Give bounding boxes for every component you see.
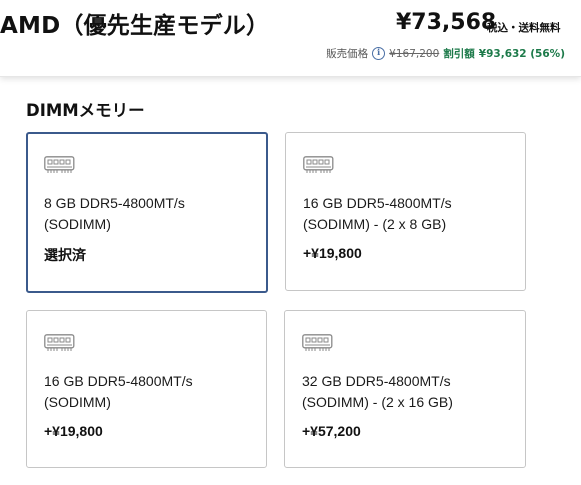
option-form-factor: (SODIMM)	[44, 394, 111, 410]
memory-module-icon	[44, 334, 75, 352]
option-price: +¥19,800	[44, 423, 103, 439]
original-price: ¥167,200	[389, 47, 440, 60]
memory-option-3[interactable]: 16 GB DDR5-4800MT/s (SODIMM) +¥19,800	[26, 310, 267, 468]
sale-price-label: 販売価格	[326, 48, 369, 60]
option-description: 32 GB DDR5-4800MT/s (SODIMM) - (2 x 16 G…	[302, 371, 453, 413]
total-price: ¥73,568	[396, 10, 497, 35]
info-icon[interactable]: i	[372, 47, 386, 60]
discount-label: 割引額	[443, 48, 475, 60]
option-form-factor: (SODIMM) - (2 x 8 GB)	[303, 216, 447, 232]
memory-option-4[interactable]: 32 GB DDR5-4800MT/s (SODIMM) - (2 x 16 G…	[284, 310, 526, 468]
memory-module-icon	[303, 156, 334, 174]
option-form-factor: (SODIMM)	[44, 216, 111, 232]
memory-module-icon	[302, 334, 333, 352]
option-capacity: 16 GB DDR5-4800MT/s	[44, 373, 193, 389]
option-description: 16 GB DDR5-4800MT/s (SODIMM)	[44, 371, 193, 413]
memory-module-icon	[44, 156, 75, 174]
option-capacity: 16 GB DDR5-4800MT/s	[303, 195, 452, 211]
option-description: 8 GB DDR5-4800MT/s (SODIMM)	[44, 193, 185, 235]
option-price: +¥19,800	[303, 245, 362, 261]
memory-option-2[interactable]: 16 GB DDR5-4800MT/s (SODIMM) - (2 x 8 GB…	[285, 132, 526, 291]
memory-option-1[interactable]: 8 GB DDR5-4800MT/s (SODIMM) 選択済	[26, 132, 268, 293]
product-title: AMD（優先生産モデル）	[0, 13, 270, 39]
option-status: 選択済	[44, 247, 86, 263]
option-capacity: 32 GB DDR5-4800MT/s	[302, 373, 451, 389]
option-form-factor: (SODIMM) - (2 x 16 GB)	[302, 394, 453, 410]
price-breakdown: 販売価格 i ¥167,200 割引額 ¥93,632 (56%)	[326, 46, 565, 61]
discount-value: ¥93,632 (56%)	[478, 47, 565, 60]
price-header: AMD（優先生産モデル） ¥73,568 税込・送料無料 販売価格 i ¥167…	[0, 0, 581, 77]
option-description: 16 GB DDR5-4800MT/s (SODIMM) - (2 x 8 GB…	[303, 193, 452, 235]
price-note: 税込・送料無料	[487, 22, 561, 34]
option-price: +¥57,200	[302, 423, 361, 439]
option-capacity: 8 GB DDR5-4800MT/s	[44, 195, 185, 211]
section-title: DIMMメモリー	[26, 101, 145, 120]
